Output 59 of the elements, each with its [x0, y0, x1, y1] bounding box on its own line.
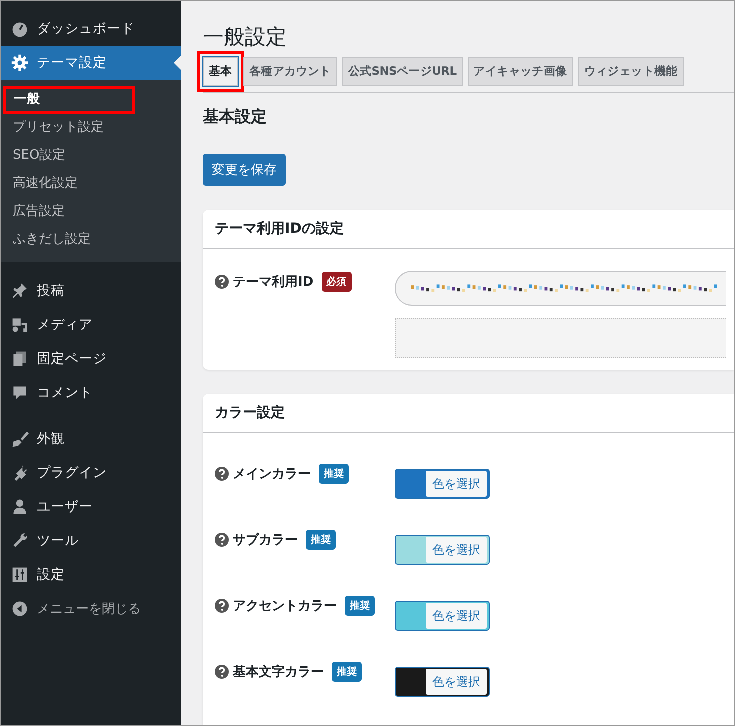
recommended-badge: 推奨 — [319, 464, 349, 484]
color-picker-button[interactable]: 色を選択 — [395, 667, 490, 697]
wrench-icon — [11, 532, 29, 550]
submenu-item[interactable]: 広告設定 — [3, 198, 177, 226]
page-title: 一般設定 — [203, 24, 288, 51]
tab[interactable]: 公式SNSページURL — [342, 57, 463, 86]
submenu-item[interactable]: SEO設定 — [3, 142, 177, 170]
field-label: テーマ利用ID — [233, 274, 314, 291]
field-label: 基本文字カラー — [233, 664, 324, 681]
user-icon — [11, 498, 29, 516]
color-picker-button[interactable]: 色を選択 — [395, 535, 490, 565]
field-label: アクセントカラー — [233, 598, 337, 615]
sidebar-item[interactable]: ダッシュボード — [1, 12, 181, 46]
sidebar-item[interactable]: プラグイン — [1, 456, 181, 490]
card-title: テーマ利用IDの設定 — [203, 210, 734, 249]
gear-icon — [11, 54, 29, 72]
help-icon[interactable] — [215, 275, 229, 289]
card-title: カラー設定 — [203, 394, 734, 433]
recommended-badge: 推奨 — [332, 662, 362, 682]
submenu-item[interactable]: 高速化設定 — [3, 170, 177, 198]
color-picker-button[interactable]: 色を選択 — [395, 469, 490, 499]
help-icon[interactable] — [215, 599, 229, 613]
help-icon[interactable] — [215, 467, 229, 481]
submenu-item[interactable]: プリセット設定 — [3, 114, 177, 142]
tab[interactable]: アイキャッチ画像 — [468, 57, 574, 86]
color-picker-button[interactable]: 色を選択 — [395, 601, 490, 631]
help-icon[interactable] — [215, 533, 229, 547]
field-label: サブカラー — [233, 532, 298, 549]
sidebar-item[interactable]: 固定ページ — [1, 342, 181, 376]
sidebar-item[interactable]: コメント — [1, 376, 181, 410]
tab[interactable]: 基本 — [203, 57, 238, 86]
sidebar-item[interactable]: メニューを閉じる — [1, 592, 181, 626]
section-heading: 基本設定 — [203, 107, 268, 128]
sidebar-item[interactable]: 外観 — [1, 422, 181, 456]
collapse-icon — [11, 600, 29, 618]
sidebar-item[interactable]: ツール — [1, 524, 181, 558]
sidebar-item[interactable]: 設定 — [1, 558, 181, 592]
help-icon[interactable] — [215, 665, 229, 679]
brush-icon — [11, 430, 29, 448]
recommended-badge: 推奨 — [345, 596, 375, 616]
speech-bubble-icon — [11, 384, 29, 402]
gauge-icon — [11, 20, 29, 38]
tab[interactable]: 各種アカウント — [243, 57, 338, 86]
sidebar-item[interactable]: メディア — [1, 308, 181, 342]
tab[interactable]: ウィジェット機能 — [578, 57, 684, 86]
required-badge: 必須 — [322, 272, 352, 292]
submenu-item[interactable]: 一般 — [3, 86, 135, 114]
sidebar-item[interactable]: 投稿 — [1, 274, 181, 308]
recommended-badge: 推奨 — [306, 530, 336, 550]
field-label: メインカラー — [233, 466, 311, 483]
pushpin-icon — [11, 282, 29, 300]
sliders-icon — [11, 566, 29, 584]
save-button[interactable]: 変更を保存 — [203, 154, 286, 186]
submenu-item[interactable]: ふきだし設定 — [3, 226, 177, 254]
sidebar-item[interactable]: ユーザー — [1, 490, 181, 524]
input-field[interactable] — [395, 271, 726, 306]
sidebar-item[interactable]: テーマ設定 — [1, 46, 181, 80]
pages-icon — [11, 350, 29, 368]
media-icon — [11, 316, 29, 334]
